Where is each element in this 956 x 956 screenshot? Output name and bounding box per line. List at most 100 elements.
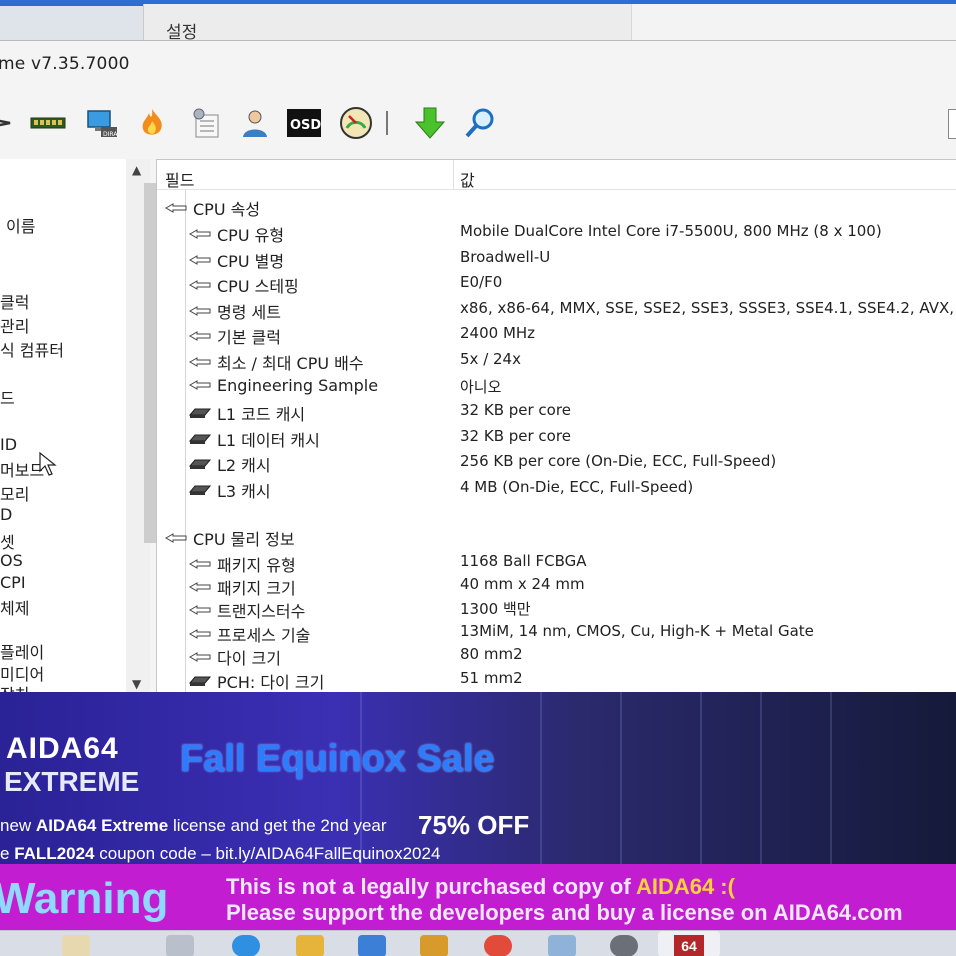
row-field-text: 명령 세트 xyxy=(217,302,281,322)
tree-item[interactable]: 플레이 xyxy=(0,639,44,663)
detail-row[interactable]: 다이 크기 80 mm2 xyxy=(157,643,956,668)
detail-row[interactable]: L3 캐시 4 MB (On-Die, ECC, Full-Speed) xyxy=(157,476,956,501)
tree-item[interactable]: D xyxy=(0,505,12,524)
banner-headline: Fall Equinox Sale xyxy=(180,738,495,780)
arrow-icon[interactable] xyxy=(0,105,22,141)
tree-item[interactable]: CPI xyxy=(0,573,26,592)
report-icon[interactable] xyxy=(186,105,226,141)
detail-row[interactable]: Engineering Sample 아니오 xyxy=(157,374,956,398)
banner-line1-prefix: new xyxy=(0,816,32,835)
section-header[interactable]: CPU 속성 xyxy=(157,194,956,219)
detail-row[interactable]: CPU 스테핑 E0/F0 xyxy=(157,271,956,297)
row-field: 기본 클럭 xyxy=(189,324,281,348)
detail-row[interactable]: 프로세스 기술 13MiM, 14 nm, CMOS, Cu, High-K + … xyxy=(157,620,956,645)
value-column-header[interactable]: 값 xyxy=(460,167,475,191)
banner-line2-prefix: e xyxy=(0,844,10,863)
scroll-up-icon[interactable]: ▲ xyxy=(132,163,141,177)
row-value: E0/F0 xyxy=(460,273,503,292)
memory-module-icon[interactable] xyxy=(28,105,68,141)
osd-icon[interactable]: OSD xyxy=(284,105,324,141)
banner-line2-suffix[interactable]: coupon code – bit.ly/AIDA64FallEquinox20… xyxy=(99,844,440,863)
detail-row[interactable]: CPU 유형 Mobile DualCore Intel Core i7-5500… xyxy=(157,220,956,245)
desktop-background: 설정 xyxy=(0,0,956,43)
tree-item[interactable]: OS xyxy=(0,551,23,570)
settings-gear-icon[interactable] xyxy=(610,935,638,956)
search-icon[interactable] xyxy=(460,105,500,141)
tree-item[interactable]: 이름 xyxy=(6,213,35,237)
row-field-text: L1 코드 캐시 xyxy=(217,405,306,425)
flame-icon[interactable] xyxy=(132,105,172,141)
detail-row[interactable]: PCH: 다이 크기 51 mm2 xyxy=(157,667,956,693)
detail-row[interactable]: L1 코드 캐시 32 KB per core xyxy=(157,399,956,425)
store-icon[interactable] xyxy=(358,935,386,956)
field-column-header[interactable]: 필드 xyxy=(165,167,194,191)
arrow-icon xyxy=(189,229,211,239)
row-field-text: L2 캐시 xyxy=(217,456,271,476)
tree-item[interactable]: 드 xyxy=(0,385,15,409)
settings-window-tab[interactable]: 설정 xyxy=(144,4,632,43)
file-explorer-icon[interactable] xyxy=(296,935,324,956)
row-field: L1 코드 캐시 xyxy=(189,401,305,425)
row-value: Mobile DualCore Intel Core i7-5500U, 800… xyxy=(460,222,882,240)
warning-line-2[interactable]: Please support the developers and buy a … xyxy=(226,900,903,926)
detail-row[interactable]: 최소 / 최대 CPU 배수 5x / 24x xyxy=(157,348,956,374)
detail-row[interactable]: CPU 별명 Broadwell-U xyxy=(157,246,956,271)
detail-row[interactable]: 패키지 유형 1168 Ball FCBGA xyxy=(157,550,956,575)
row-field: CPU 스테핑 xyxy=(189,273,299,297)
arrow-icon xyxy=(189,582,211,592)
details-panel[interactable]: 필드 값 CPU 속성 CPU 유형 Mobile DualCore Intel C… xyxy=(156,159,956,694)
banner-discount: 75% OFF xyxy=(418,810,530,840)
detail-row[interactable]: 기본 클럭 2400 MHz xyxy=(157,322,956,348)
warning-line-1: This is not a legally purchased copy of … xyxy=(226,874,735,900)
scroll-down-icon[interactable]: ▼ xyxy=(132,677,141,691)
weather-widget-icon[interactable] xyxy=(62,935,90,956)
navigation-tree[interactable]: 이름 클럭 관리 식 컴퓨터 드 ID 머보드 모리 D 셋 OS CPI 체제… xyxy=(0,159,164,704)
banner-coupon-code: FALL2024 xyxy=(14,844,95,863)
app-icon[interactable] xyxy=(420,935,448,956)
row-field: 명령 세트 xyxy=(189,299,281,323)
tree-item[interactable]: 모리 xyxy=(0,481,29,505)
tree-item[interactable]: 관리 xyxy=(0,313,29,337)
row-field: PCH: 다이 크기 xyxy=(189,669,324,693)
edge-browser-icon[interactable] xyxy=(232,935,260,956)
settings-window[interactable]: 설정 xyxy=(143,4,956,43)
detail-row[interactable]: 트랜지스터수 1300 백만 xyxy=(157,596,956,621)
download-icon[interactable] xyxy=(410,105,450,141)
user-icon[interactable] xyxy=(234,105,274,141)
toolbar-overflow-button[interactable] xyxy=(948,109,956,139)
arrow-icon xyxy=(189,254,211,265)
promo-banner[interactable]: AIDA64 EXTREME Fall Equinox Sale new AID… xyxy=(0,692,956,864)
osd-label: OSD xyxy=(290,118,321,133)
title-bar[interactable]: me v7.35.7000 xyxy=(0,41,956,87)
computer-icon[interactable]: DIRA xyxy=(82,105,122,141)
tree-scrollbar[interactable]: ▲ ▼ xyxy=(126,159,164,693)
column-divider[interactable] xyxy=(453,160,454,190)
aida64-window: me v7.35.7000 DIRA OSD 이름 클럭 관리 식 컴퓨터 드 … xyxy=(0,40,956,704)
aida64-taskbar-icon[interactable]: 64 xyxy=(674,935,704,956)
tree-item[interactable]: ID xyxy=(0,435,17,454)
row-value: 2400 MHz xyxy=(460,324,536,343)
tree-item[interactable]: 식 컴퓨터 xyxy=(0,337,64,361)
detail-row[interactable]: L2 캐시 256 KB per core (On-Die, ECC, Full-… xyxy=(157,450,956,476)
row-field: 최소 / 최대 CPU 배수 xyxy=(189,350,364,374)
tree-item[interactable]: 클럭 xyxy=(0,289,29,313)
svg-text:DIRA: DIRA xyxy=(103,131,118,138)
tree-item[interactable]: 셋 xyxy=(0,529,15,553)
detail-row[interactable]: 명령 세트 x86, x86-64, MMX, SSE, SSE2, SSE3, … xyxy=(157,297,956,323)
chrome-icon[interactable] xyxy=(484,935,512,956)
arrow-icon xyxy=(189,652,211,663)
row-value: 32 KB per core xyxy=(460,426,571,445)
detail-row[interactable]: 패키지 크기 40 mm x 24 mm xyxy=(157,573,956,598)
detail-row[interactable]: L1 데이터 캐시 32 KB per core xyxy=(157,425,956,451)
row-field-text: 패키지 크기 xyxy=(217,579,296,598)
gauge-icon[interactable] xyxy=(336,105,376,141)
tree-item[interactable]: 체제 xyxy=(0,595,29,619)
row-field: L1 데이터 캐시 xyxy=(189,427,320,451)
row-field: L2 캐시 xyxy=(189,452,271,476)
row-field-text: 패키지 유형 xyxy=(217,555,296,575)
task-view-icon[interactable] xyxy=(166,935,194,956)
warning-bar: Warning This is not a legally purchased … xyxy=(0,864,956,930)
warning-line1-highlight: AIDA64 :( xyxy=(635,874,735,899)
section-header[interactable]: CPU 물리 정보 xyxy=(157,524,956,549)
app-icon[interactable] xyxy=(548,935,576,956)
